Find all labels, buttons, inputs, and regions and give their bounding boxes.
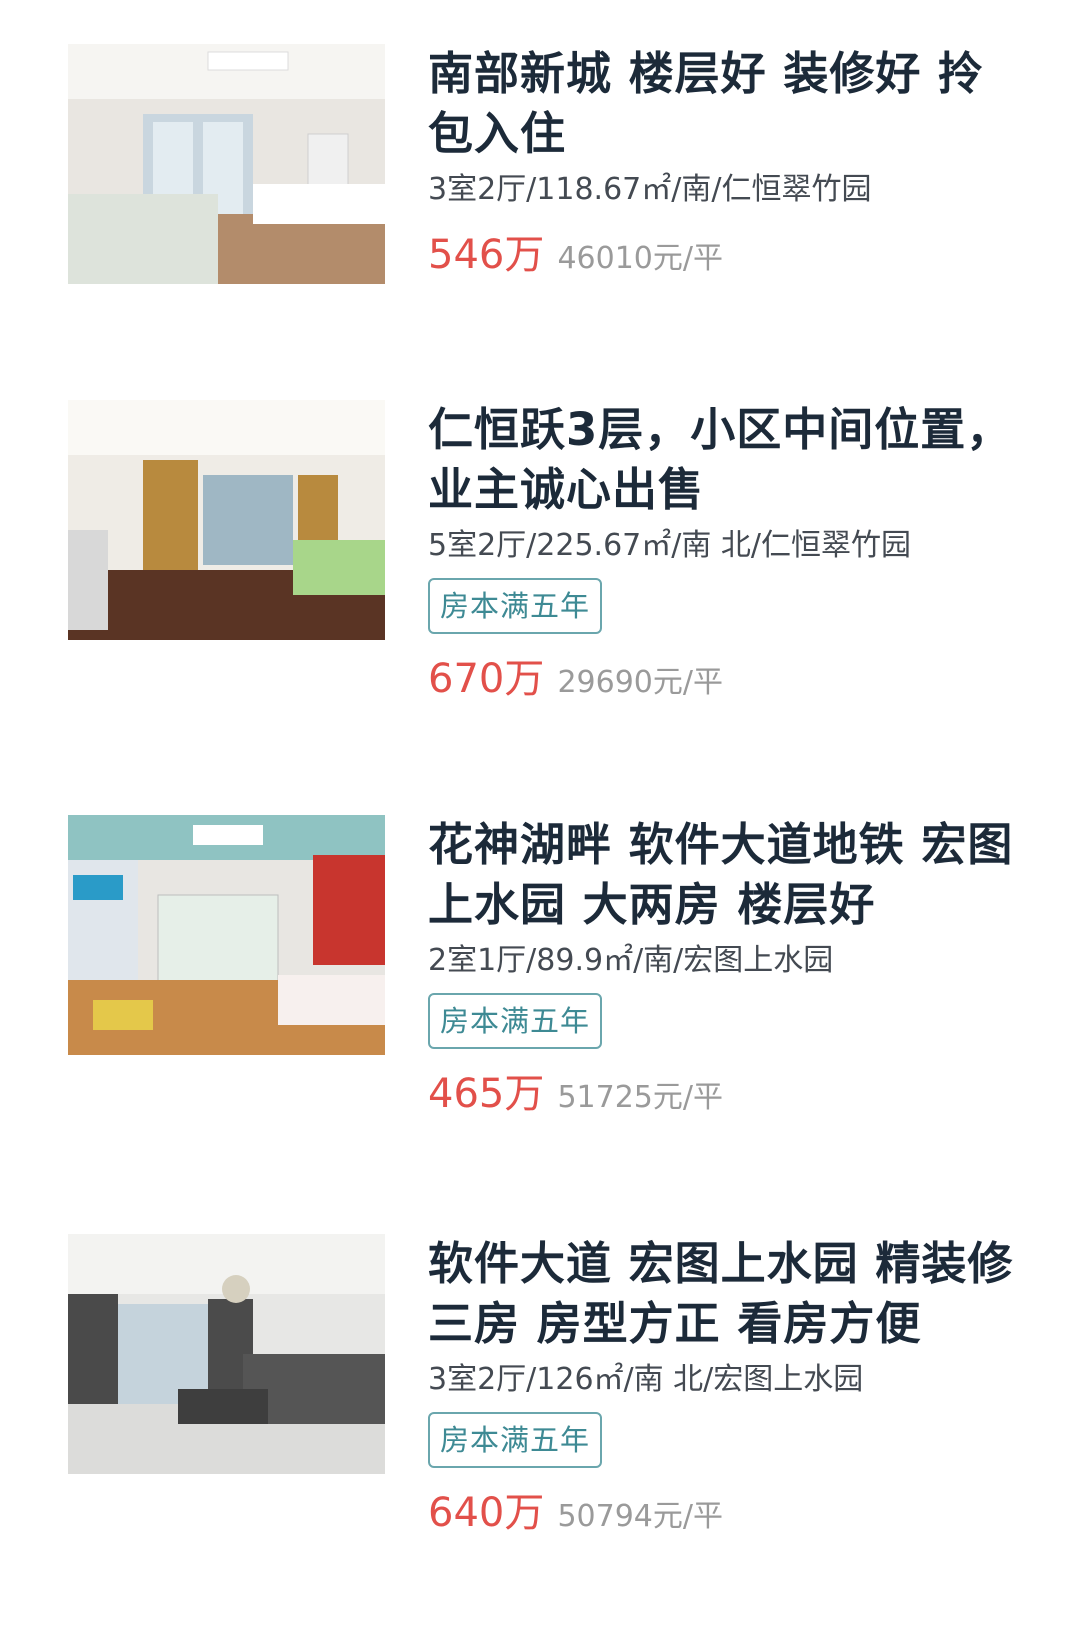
five-year-tag: 房本满五年 bbox=[428, 1412, 603, 1468]
listing-title[interactable]: 南部新城 楼层好 装修好 拎包入住 bbox=[428, 44, 1028, 164]
total-price: 546万 bbox=[428, 232, 545, 278]
listing-title[interactable]: 仁恒跃3层，小区中间位置，业主诚心出售 bbox=[428, 400, 1028, 520]
listing-card[interactable]: 花神湖畔 软件大道地铁 宏图上水园 大两房 楼层好 2室1厅/89.9㎡/南/宏… bbox=[0, 815, 1080, 1205]
living-room-photo bbox=[68, 815, 385, 1055]
bedroom-photo bbox=[68, 400, 385, 640]
listing-photo[interactable] bbox=[68, 815, 385, 1055]
price-row: 640万 50794元/平 bbox=[428, 1480, 1028, 1538]
unit-price: 29690元/平 bbox=[557, 665, 723, 700]
living-room-photo bbox=[68, 1234, 385, 1474]
unit-price: 51725元/平 bbox=[557, 1080, 723, 1115]
listing-title[interactable]: 花神湖畔 软件大道地铁 宏图上水园 大两房 楼层好 bbox=[428, 815, 1028, 935]
listing-meta: 5室2厅/225.67㎡/南 北/仁恒翠竹园 bbox=[428, 528, 912, 563]
total-price: 670万 bbox=[428, 656, 545, 702]
listing-photo[interactable] bbox=[68, 44, 385, 284]
unit-price: 46010元/平 bbox=[557, 241, 723, 276]
listing-meta: 3室2厅/126㎡/南 北/宏图上水园 bbox=[428, 1362, 864, 1397]
listing-meta: 2室1厅/89.9㎡/南/宏图上水园 bbox=[428, 943, 834, 978]
price-row: 465万 51725元/平 bbox=[428, 1061, 1028, 1119]
unit-price: 50794元/平 bbox=[557, 1499, 723, 1534]
total-price: 465万 bbox=[428, 1071, 545, 1117]
listing-card[interactable]: 仁恒跃3层，小区中间位置，业主诚心出售 5室2厅/225.67㎡/南 北/仁恒翠… bbox=[0, 400, 1080, 790]
five-year-tag: 房本满五年 bbox=[428, 578, 603, 634]
listing-meta: 3室2厅/118.67㎡/南/仁恒翠竹园 bbox=[428, 172, 872, 207]
living-room-photo bbox=[68, 44, 385, 284]
price-row: 546万 46010元/平 bbox=[428, 222, 1028, 280]
listing-title[interactable]: 软件大道 宏图上水园 精装修三房 房型方正 看房方便 bbox=[428, 1234, 1028, 1354]
price-row: 670万 29690元/平 bbox=[428, 646, 1028, 704]
total-price: 640万 bbox=[428, 1490, 545, 1536]
listing-card[interactable]: 南部新城 楼层好 装修好 拎包入住 3室2厅/118.67㎡/南/仁恒翠竹园 5… bbox=[0, 44, 1080, 434]
listing-photo[interactable] bbox=[68, 1234, 385, 1474]
listing-photo[interactable] bbox=[68, 400, 385, 640]
listing-card[interactable]: 软件大道 宏图上水园 精装修三房 房型方正 看房方便 3室2厅/126㎡/南 北… bbox=[0, 1234, 1080, 1624]
five-year-tag: 房本满五年 bbox=[428, 993, 603, 1049]
